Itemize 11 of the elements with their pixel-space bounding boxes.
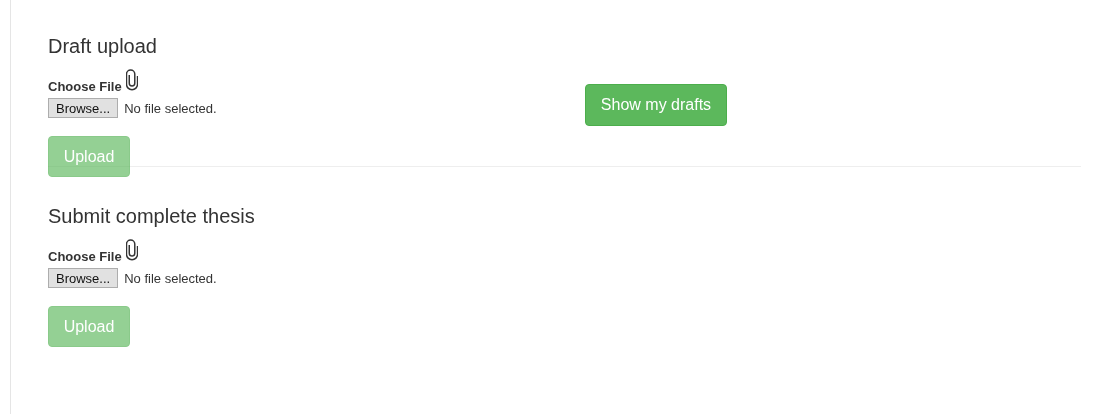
show-drafts-button[interactable]: Show my drafts [585,84,727,126]
paperclip-icon [125,69,138,91]
file-status: No file selected. [124,270,217,286]
field-label: Choose File [48,249,122,265]
paperclip-icon [125,239,138,261]
section-heading: Submit complete thesis [48,204,256,228]
field-label: Choose File [48,79,122,95]
browse-button[interactable]: Browse... [48,268,119,288]
browse-button[interactable]: Browse... [48,98,119,118]
file-status: No file selected. [124,100,217,116]
section-heading: Draft upload [48,34,158,58]
